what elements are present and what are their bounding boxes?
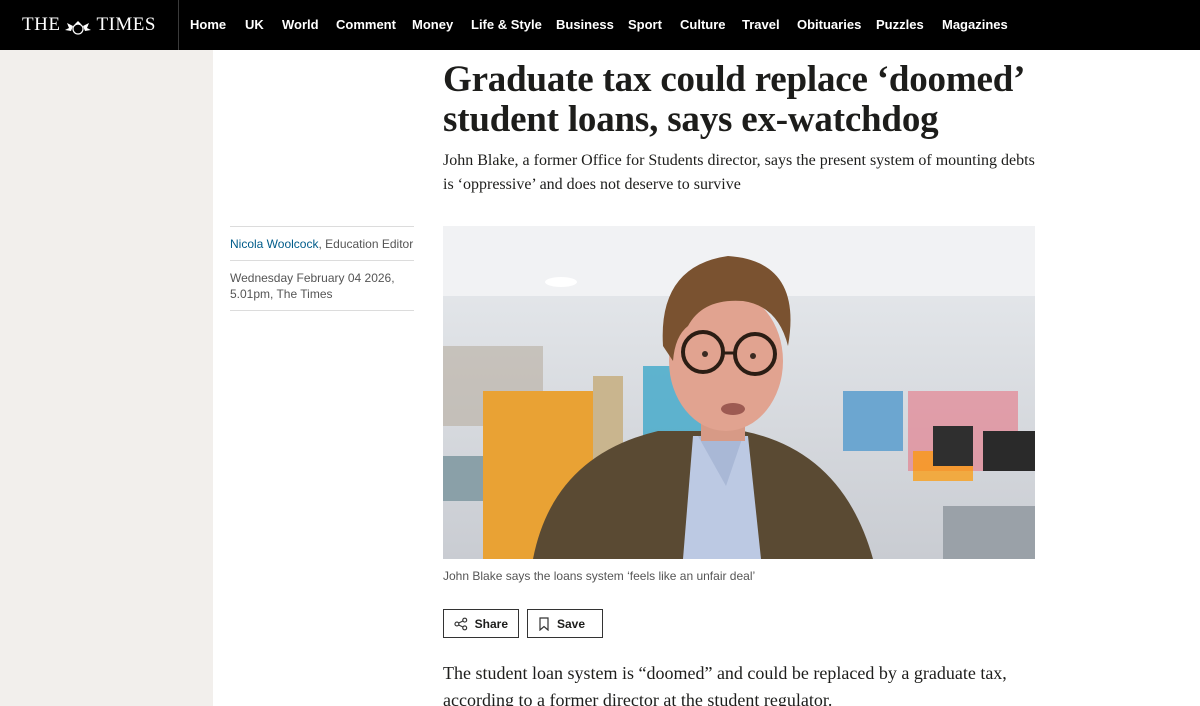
- nav-travel[interactable]: Travel: [742, 17, 780, 32]
- nav-obituaries[interactable]: Obituaries: [797, 17, 861, 32]
- nav-puzzles[interactable]: Puzzles: [876, 17, 924, 32]
- nav-business[interactable]: Business: [556, 17, 614, 32]
- save-button[interactable]: Save: [527, 609, 603, 638]
- nav-sport[interactable]: Sport: [628, 17, 662, 32]
- left-rail: [0, 50, 213, 706]
- nav-comment[interactable]: Comment: [336, 17, 396, 32]
- nav-culture[interactable]: Culture: [680, 17, 726, 32]
- nav-home[interactable]: Home: [190, 17, 226, 32]
- article-hero-image: [443, 226, 1035, 559]
- portrait-photo: [443, 226, 1035, 559]
- the-times-logo[interactable]: THE TIMES: [0, 0, 179, 50]
- author-role: , Education Editor: [318, 237, 414, 251]
- publish-date: Wednesday February 04 2026, 5.01pm, The …: [230, 261, 414, 311]
- logo-text-times: TIMES: [96, 14, 156, 35]
- article-body-paragraph: The student loan system is “doomed” and …: [443, 663, 1007, 706]
- top-navigation-bar: THE TIMES Home UK World Comment Money Li…: [0, 0, 1200, 50]
- nav-life-style[interactable]: Life & Style: [471, 17, 542, 32]
- nav-money[interactable]: Money: [412, 17, 453, 32]
- byline: Nicola Woolcock, Education Editor: [230, 227, 414, 261]
- save-label: Save: [557, 616, 586, 631]
- logo-text-the: THE: [22, 14, 61, 35]
- share-icon: [454, 617, 468, 630]
- article-standfirst: John Blake, a former Office for Students…: [443, 152, 1035, 193]
- image-caption: John Blake says the loans system ‘feels …: [443, 569, 756, 583]
- nav-magazines[interactable]: Magazines: [942, 17, 1008, 32]
- royal-crest-icon: [63, 19, 93, 35]
- nav-world[interactable]: World: [282, 17, 319, 32]
- nav-uk[interactable]: UK: [245, 17, 264, 32]
- article-meta: Nicola Woolcock, Education Editor Wednes…: [230, 226, 414, 311]
- share-label: Share: [474, 616, 508, 631]
- article-headline: Graduate tax could replace ‘doomed’ stud…: [443, 59, 1023, 140]
- bookmark-icon: [539, 616, 549, 631]
- share-button[interactable]: Share: [443, 609, 519, 638]
- author-link[interactable]: Nicola Woolcock: [230, 237, 318, 251]
